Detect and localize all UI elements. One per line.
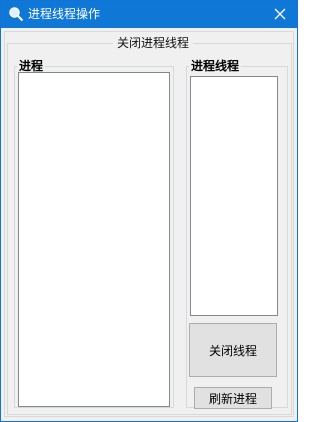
process-group: 进程 xyxy=(14,59,174,408)
thread-list[interactable] xyxy=(190,76,278,316)
magnifier-icon xyxy=(8,6,24,22)
thread-group-label: 进程线程 xyxy=(189,59,242,73)
client-area: 关闭进程线程 进程 进程线程 关闭线程 刷新进程 xyxy=(4,31,294,417)
close-icon xyxy=(274,8,286,20)
process-group-label: 进程 xyxy=(17,59,46,73)
process-list[interactable] xyxy=(18,72,170,407)
title-bar[interactable]: 进程线程操作 xyxy=(1,1,297,28)
close-process-thread-group: 关闭进程线程 进程 进程线程 关闭线程 刷新进程 xyxy=(7,36,292,415)
window-title: 进程线程操作 xyxy=(28,7,101,21)
close-button[interactable] xyxy=(263,1,297,28)
group-title: 关闭进程线程 xyxy=(113,36,194,50)
refresh-process-button[interactable]: 刷新进程 xyxy=(194,387,272,409)
close-thread-button[interactable]: 关闭线程 xyxy=(189,323,277,377)
dialog-window: 进程线程操作 关闭进程线程 进程 进程线程 关闭线程 刷新进程 xyxy=(0,0,298,422)
